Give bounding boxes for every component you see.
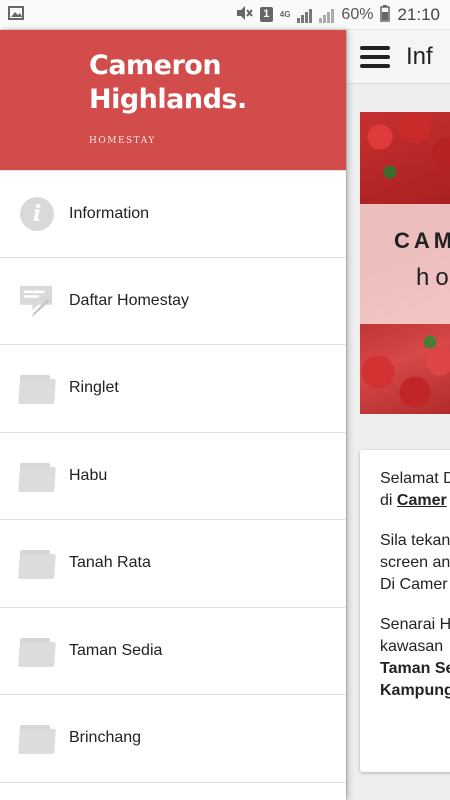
drawer-item-label: Taman Sedia (69, 641, 163, 659)
folder-icon (18, 633, 56, 669)
mute-icon (235, 5, 253, 24)
drawer-item-label: Daftar Homestay (69, 291, 190, 309)
folder-icon (18, 370, 56, 406)
signal-icon (297, 7, 313, 23)
drawer-item-brinchang[interactable]: Brinchang (0, 695, 346, 783)
drawer-item-label: Brinchang (69, 729, 142, 747)
battery-percent: 60% (341, 5, 374, 23)
drawer-item-taman-sedia[interactable]: Taman Sedia (0, 608, 346, 695)
folder-icon (18, 458, 56, 494)
info-icon: i (19, 196, 55, 232)
drawer-item-label: Ringlet (69, 379, 119, 397)
brand-title-line1: Cameron (89, 50, 222, 81)
drawer-item-label: Information (69, 204, 150, 222)
brand-subtitle: HOMESTAY (89, 136, 156, 146)
drawer-item-information[interactable]: i Information (0, 170, 346, 258)
folder-icon (18, 545, 56, 581)
image-notification-icon (8, 6, 24, 23)
battery-icon (380, 4, 391, 25)
drawer-item-habu[interactable]: Habu (0, 433, 346, 520)
drawer-item-label: Tanah Rata (69, 554, 151, 572)
signal-icon-2 (319, 7, 335, 23)
drawer-menu: i Information Daftar Homestay Ringlet Ha… (0, 170, 346, 783)
brand-title: Cameron Highlands. (89, 49, 247, 117)
brand-title-line2: Highlands. (89, 84, 247, 115)
folder-icon (18, 720, 56, 756)
drawer-header: Cameron Highlands. HOMESTAY (0, 30, 346, 170)
sim-badge: 1 (259, 7, 273, 22)
edit-form-icon (19, 283, 55, 319)
network-type: 4G (279, 9, 291, 19)
drawer-item-ringlet[interactable]: Ringlet (0, 345, 346, 433)
status-bar: 1 4G 60% 21:10 (0, 0, 450, 30)
drawer-item-tanah-rata[interactable]: Tanah Rata (0, 520, 346, 608)
navigation-drawer: Cameron Highlands. HOMESTAY i Informatio… (0, 30, 346, 800)
drawer-item-label: Habu (69, 466, 108, 484)
drawer-scrim[interactable] (346, 30, 450, 800)
drawer-item-daftar-homestay[interactable]: Daftar Homestay (0, 258, 346, 345)
clock: 21:10 (397, 4, 440, 24)
